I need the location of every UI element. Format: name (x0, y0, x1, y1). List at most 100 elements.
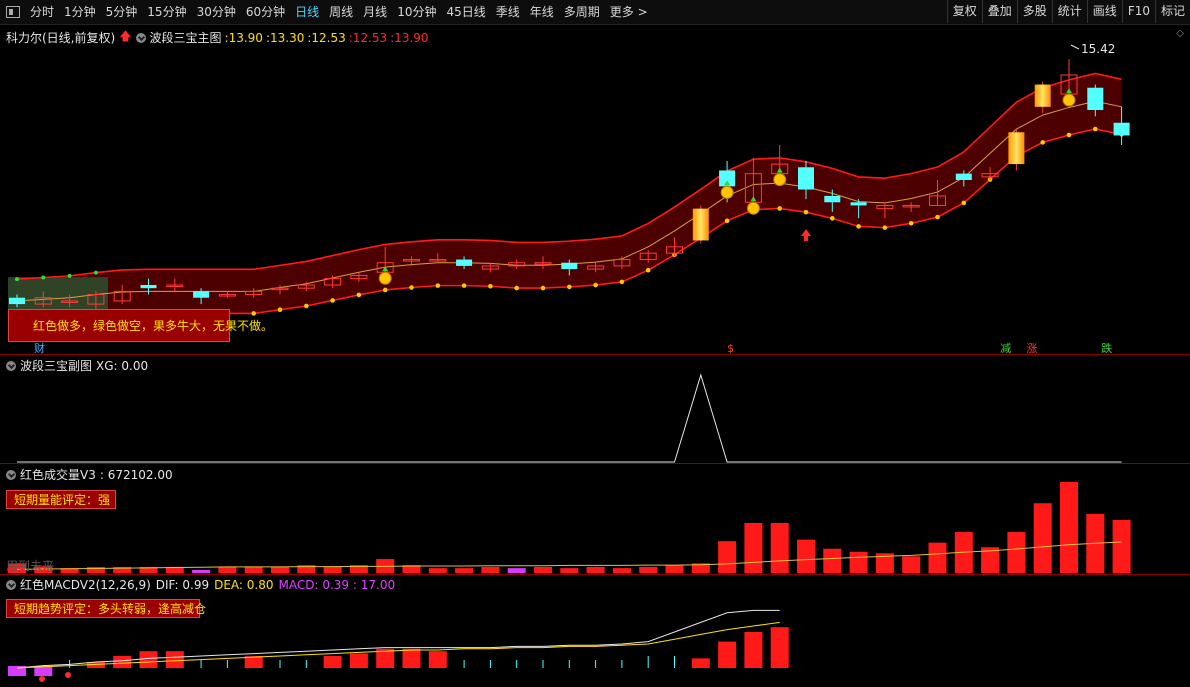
volume-bar (271, 566, 289, 573)
pane-divider (0, 463, 1190, 464)
band-dot (567, 284, 572, 290)
sub3-name: 红色MACDV2(12,26,9) (20, 578, 151, 592)
volume-bar (481, 566, 500, 573)
band-dot (1066, 132, 1072, 138)
volume-bar (428, 568, 447, 573)
band-dot (593, 282, 598, 288)
volume-bar (1060, 482, 1078, 573)
ghost-text: 用到未来 (6, 559, 55, 573)
volume-bar (192, 569, 211, 573)
gold-ball-icon (1062, 93, 1076, 107)
signal-marker: 跌 (1101, 341, 1112, 355)
buy-arrow-icon (801, 229, 811, 241)
volume-bar (86, 566, 105, 573)
pane-divider (0, 574, 1190, 575)
volume-bar (823, 548, 842, 573)
sub2-pane-label: 红色成交量V3 : 672102.00 (6, 466, 173, 483)
band-dot (1093, 126, 1098, 132)
volume-bar (218, 566, 237, 573)
macd-bar (165, 651, 184, 668)
gold-ball-icon (378, 271, 392, 285)
band-dot (777, 206, 782, 211)
main-note: 红色做多，绿色做空，果多牛大，无果不做。 (8, 309, 273, 342)
volume-bar (639, 566, 658, 573)
macd-bar (428, 651, 447, 668)
indicator-toggle-icon[interactable] (6, 469, 16, 480)
band-dot (435, 283, 441, 288)
volume-bar (902, 556, 921, 573)
xg-signal-line (17, 373, 1122, 463)
band-dot (882, 225, 888, 230)
macd-bar (402, 648, 421, 668)
band-dot (330, 298, 335, 303)
candle-body (1113, 122, 1130, 136)
candle-body (798, 167, 814, 190)
volume-bar (560, 568, 579, 573)
band-dot (935, 214, 940, 220)
macd-bar (139, 651, 158, 668)
band-dot (856, 224, 861, 229)
sub1-values: XG: 0.00 (96, 358, 149, 373)
volume-bar (323, 566, 342, 573)
candle-body (955, 173, 972, 180)
candle-body (1087, 87, 1104, 110)
volume-bar (586, 566, 605, 573)
band-dot (41, 275, 46, 280)
band-dot (803, 209, 809, 215)
band-dot (514, 285, 519, 291)
candle-body (561, 262, 578, 270)
band-dot (67, 273, 72, 278)
sub1-pane-label: 波段三宝副图 XG: 0.00 (6, 357, 148, 374)
band-dot (15, 277, 19, 282)
macd-bar (691, 658, 710, 668)
band-dot (277, 307, 283, 313)
macd-note: 短期趋势评定：多头转弱，逢高减仓 (6, 599, 206, 618)
sub3-pane-label: 红色MACDV2(12,26,9) DIF: 0.99 DEA: 0.80 MA… (6, 576, 395, 593)
dif-line (16, 609, 780, 669)
candle-body (456, 259, 473, 266)
macd-bar (323, 656, 342, 668)
sub3-dif: DIF: 0.99 (155, 577, 210, 592)
volume-bar (455, 568, 474, 573)
band-dot (961, 200, 967, 206)
band-dot (619, 279, 625, 285)
candle-body (850, 202, 867, 206)
macd-bar (113, 656, 132, 668)
band-dot (409, 285, 414, 290)
band-dot (461, 283, 467, 288)
band-dot (1040, 140, 1045, 145)
indicator-toggle-icon[interactable] (6, 360, 16, 371)
candle-body (1008, 132, 1025, 165)
candle-body (140, 285, 157, 289)
gold-ball-icon (720, 185, 734, 199)
indicator-toggle-icon[interactable] (6, 579, 16, 590)
volume-bar (244, 566, 263, 573)
candle-body (1034, 84, 1051, 107)
macd-bar (744, 632, 763, 668)
band-dot (356, 292, 362, 298)
volume-bar (718, 541, 737, 573)
candle-body (824, 195, 841, 203)
macd-bar (349, 653, 368, 668)
sub2-values: : 672102.00 (99, 467, 173, 482)
high-price-label: 15.42 (1081, 42, 1115, 56)
volume-bar (665, 565, 684, 573)
candle-body (193, 291, 210, 298)
macd-signal-dot (39, 676, 45, 682)
band-dot (645, 267, 651, 273)
band-dot (724, 218, 730, 224)
dea-line (16, 621, 780, 669)
band-dot (908, 220, 914, 226)
candle-body (692, 208, 709, 241)
sub2-name: 红色成交量V3 (20, 468, 96, 482)
pane-divider (0, 354, 1190, 355)
volume-note: 短期量能评定：强 (6, 490, 116, 509)
band-dot (304, 303, 309, 309)
volume-bar (1007, 532, 1026, 573)
macd-signal-dot (65, 672, 71, 678)
gold-ball-icon (773, 173, 787, 187)
volume-bar (770, 522, 789, 573)
sub3-macd: MACD: 0.39 : 17.00 (278, 577, 396, 592)
volume-bar (534, 566, 552, 573)
volume-bar (1112, 519, 1131, 573)
